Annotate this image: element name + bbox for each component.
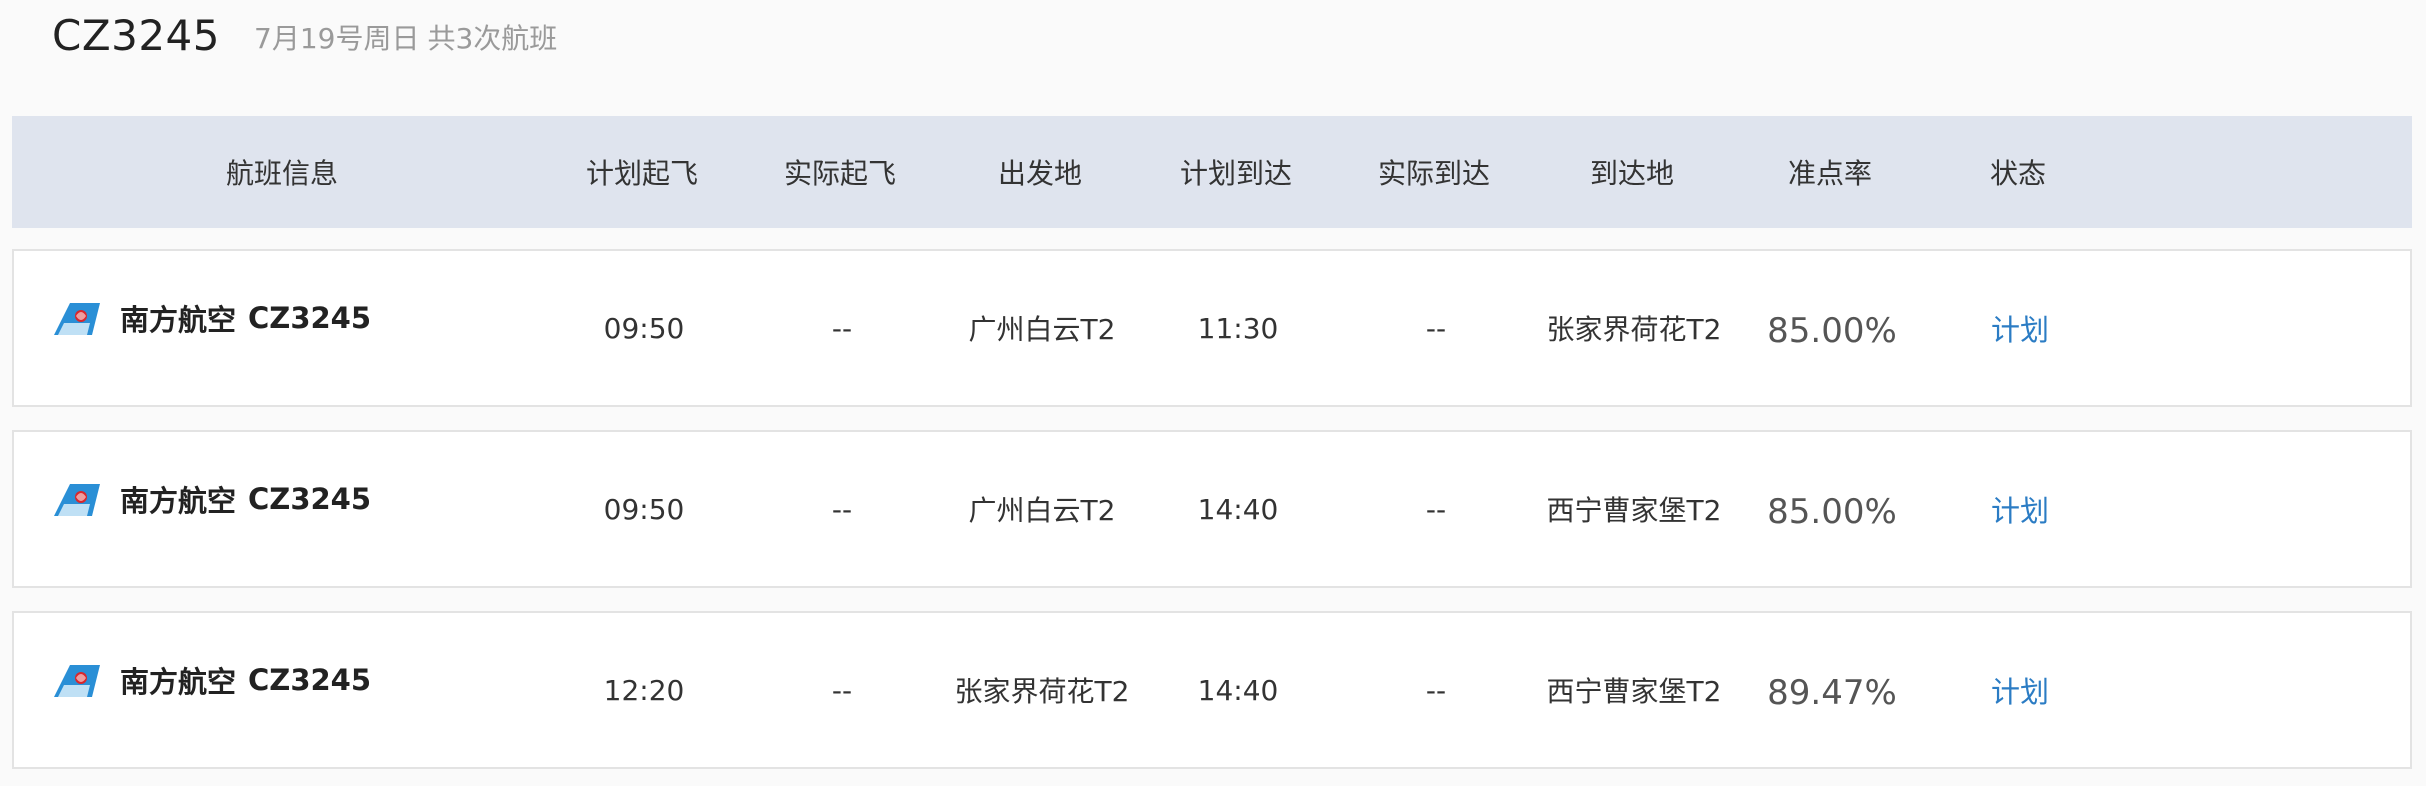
flight-row[interactable]: 南方航空 CZ3245 12:20 -- 张家界荷花T2 14:40 -- 西宁…: [12, 611, 2412, 769]
arrival-airport: 西宁曹家堡T2: [1546, 675, 1722, 708]
flight-date: 7月19号周日: [254, 22, 420, 55]
page-header: CZ3245 7月19号周日 共3次航班: [52, 0, 557, 70]
scheduled-departure: 09:50: [603, 492, 685, 526]
flight-number: CZ3245: [248, 482, 372, 516]
flight-info[interactable]: 南方航空 CZ3245: [54, 297, 371, 339]
column-header-dep-actual: 实际起飞: [783, 157, 896, 190]
column-header-info: 航班信息: [225, 157, 338, 190]
flight-status-page: CZ3245 7月19号周日 共3次航班 航班信息 计划起飞 实际起飞 出发地 计…: [0, 0, 2426, 786]
departure-airport: 广州白云T2: [968, 494, 1116, 527]
china-southern-logo-icon: [54, 303, 100, 335]
column-header-arr-actual: 实际到达: [1377, 157, 1490, 190]
flight-info[interactable]: 南方航空 CZ3245: [54, 659, 371, 701]
flight-number: CZ3245: [248, 301, 372, 335]
flight-number: CZ3245: [248, 663, 372, 697]
actual-arrival: --: [1425, 311, 1447, 345]
column-header-arr-plan: 计划到达: [1179, 157, 1292, 190]
arrival-airport: 西宁曹家堡T2: [1546, 494, 1722, 527]
departure-airport: 广州白云T2: [968, 313, 1116, 346]
column-header-status: 状态: [1989, 157, 2046, 190]
flight-summary: 7月19号周日 共3次航班: [254, 17, 557, 57]
column-header-ontime-rate: 准点率: [1787, 157, 1872, 190]
flight-count: 共3次航班: [427, 22, 558, 55]
flight-row[interactable]: 南方航空 CZ3245 09:50 -- 广州白云T2 11:30 -- 张家界…: [12, 249, 2412, 407]
column-header-dep-plan: 计划起飞: [585, 157, 698, 190]
ontime-rate: 85.00%: [1767, 311, 1897, 351]
ontime-rate: 89.47%: [1767, 673, 1897, 713]
scheduled-arrival: 14:40: [1197, 492, 1279, 526]
actual-departure: --: [831, 492, 853, 526]
airline-name: 南方航空: [120, 303, 237, 337]
flight-row[interactable]: 南方航空 CZ3245 09:50 -- 广州白云T2 14:40 -- 西宁曹…: [12, 430, 2412, 588]
ontime-rate: 85.00%: [1767, 492, 1897, 532]
actual-arrival: --: [1425, 492, 1447, 526]
flight-info[interactable]: 南方航空 CZ3245: [54, 478, 371, 520]
arrival-airport: 张家界荷花T2: [1546, 313, 1722, 346]
status-link[interactable]: 计划: [1920, 613, 2120, 767]
china-southern-logo-icon: [54, 665, 100, 697]
departure-airport: 张家界荷花T2: [954, 675, 1130, 708]
scheduled-arrival: 14:40: [1197, 673, 1279, 707]
status-link[interactable]: 计划: [1920, 432, 2120, 586]
actual-arrival: --: [1425, 673, 1447, 707]
column-header-to: 到达地: [1589, 157, 1674, 190]
status-link[interactable]: 计划: [1920, 251, 2120, 405]
china-southern-logo-icon: [54, 484, 100, 516]
actual-departure: --: [831, 311, 853, 345]
table-header: 航班信息 计划起飞 实际起飞 出发地 计划到达 实际到达 到达地 准点率 状态: [12, 116, 2412, 228]
page-title: CZ3245: [52, 10, 220, 60]
airline-name: 南方航空: [120, 665, 237, 699]
actual-departure: --: [831, 673, 853, 707]
scheduled-arrival: 11:30: [1197, 311, 1279, 345]
scheduled-departure: 12:20: [603, 673, 685, 707]
scheduled-departure: 09:50: [603, 311, 685, 345]
column-header-from: 出发地: [997, 157, 1082, 190]
airline-name: 南方航空: [120, 484, 237, 518]
